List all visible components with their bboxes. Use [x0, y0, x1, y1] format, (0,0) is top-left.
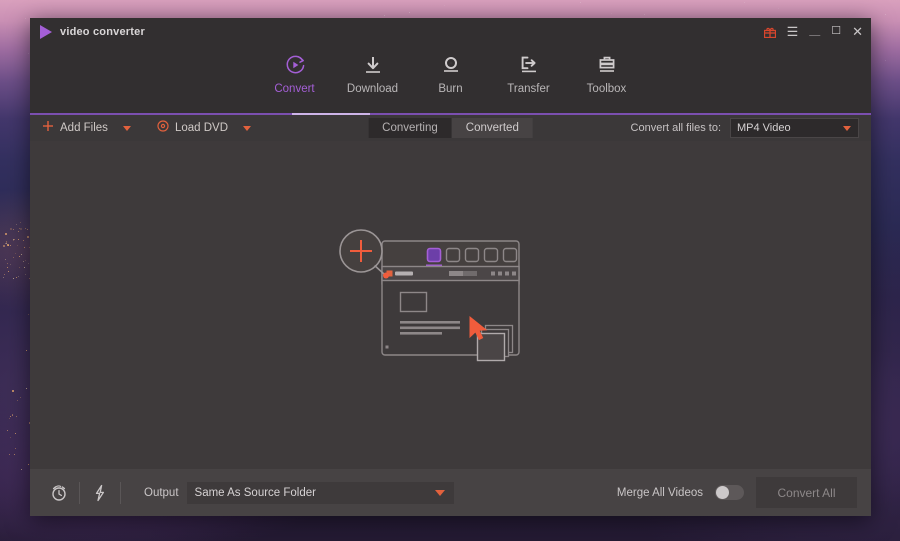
lightning-bolt-icon[interactable]: [85, 484, 115, 502]
nav-label-convert: Convert: [274, 83, 315, 95]
nav-label-burn: Burn: [438, 83, 463, 95]
format-chevron-down-icon: [843, 125, 851, 131]
file-toolbar: Add Files Load DVD Converting Converted …: [30, 115, 871, 141]
converting-converted-tabs: Converting Converted: [368, 118, 533, 138]
load-dvd-chevron-down-icon[interactable]: [243, 125, 251, 131]
disc-icon: [157, 119, 169, 137]
output-folder-dropdown[interactable]: Same As Source Folder: [186, 481, 454, 504]
output-format-dropdown[interactable]: MP4 Video: [730, 118, 859, 138]
bottom-bar: Output Same As Source Folder Merge All V…: [30, 469, 871, 516]
add-files-button[interactable]: Add Files: [42, 119, 131, 137]
toolbar-right-group: Convert all files to: MP4 Video: [631, 118, 859, 138]
output-chevron-down-icon: [434, 489, 445, 496]
toolbox-icon: [596, 54, 618, 76]
window-title: video converter: [60, 25, 145, 38]
burn-disc-icon: [440, 54, 462, 76]
play-triangle-icon: [40, 24, 52, 39]
maximize-button[interactable]: ☐: [831, 26, 841, 37]
nav-item-toolbox[interactable]: Toolbox: [568, 45, 646, 95]
load-dvd-button[interactable]: Load DVD: [157, 119, 251, 137]
load-dvd-label: Load DVD: [174, 122, 228, 134]
divider: [79, 481, 80, 504]
convert-all-files-to-label: Convert all files to:: [630, 122, 721, 134]
alarm-clock-icon[interactable]: [44, 484, 74, 502]
merge-all-videos-toggle[interactable]: [715, 485, 744, 500]
close-button[interactable]: ✕: [852, 25, 863, 38]
merge-all-videos-label: Merge All Videos: [616, 486, 703, 499]
add-files-chevron-down-icon[interactable]: [122, 125, 131, 131]
video-converter-window: video converter ☰ ＿ ☐ ✕ Convert Download…: [30, 18, 871, 516]
app-logo: video converter: [30, 24, 145, 39]
transfer-arrow-icon: [518, 54, 540, 76]
nav-label-download: Download: [346, 83, 399, 95]
divider: [120, 481, 121, 504]
nav-label-toolbox: Toolbox: [586, 83, 627, 95]
main-navigation: Convert Download Burn Transfer Toolbox: [30, 45, 871, 115]
gift-icon[interactable]: [763, 26, 776, 38]
tab-converted[interactable]: Converted: [451, 118, 533, 138]
nav-item-convert[interactable]: Convert: [256, 45, 334, 95]
window-controls: ☰ ＿ ☐ ✕: [763, 18, 863, 45]
title-bar: video converter ☰ ＿ ☐ ✕: [30, 18, 871, 45]
add-files-label: Add Files: [60, 122, 108, 134]
plus-icon: [42, 119, 54, 137]
bottom-right-group: Merge All Videos Convert All: [617, 477, 857, 508]
add-files-empty-state-illustration[interactable]: [336, 228, 566, 368]
file-list-empty-area[interactable]: [30, 141, 871, 469]
output-folder-value: Same As Source Folder: [194, 486, 316, 499]
nav-label-transfer: Transfer: [507, 83, 550, 95]
menu-icon[interactable]: ☰: [787, 25, 799, 38]
download-arrow-icon: [362, 54, 384, 76]
tab-converting[interactable]: Converting: [368, 118, 452, 138]
convert-all-button[interactable]: Convert All: [756, 477, 857, 508]
toolbar-left-group: Add Files Load DVD: [42, 119, 251, 137]
output-label: Output: [144, 486, 179, 499]
minimize-button[interactable]: ＿: [809, 26, 820, 37]
nav-item-download[interactable]: Download: [334, 45, 412, 95]
output-format-value: MP4 Video: [737, 122, 791, 134]
nav-item-burn[interactable]: Burn: [412, 45, 490, 95]
toggle-knob: [716, 486, 729, 499]
nav-item-transfer[interactable]: Transfer: [490, 45, 568, 95]
convert-circular-play-icon: [284, 54, 306, 76]
